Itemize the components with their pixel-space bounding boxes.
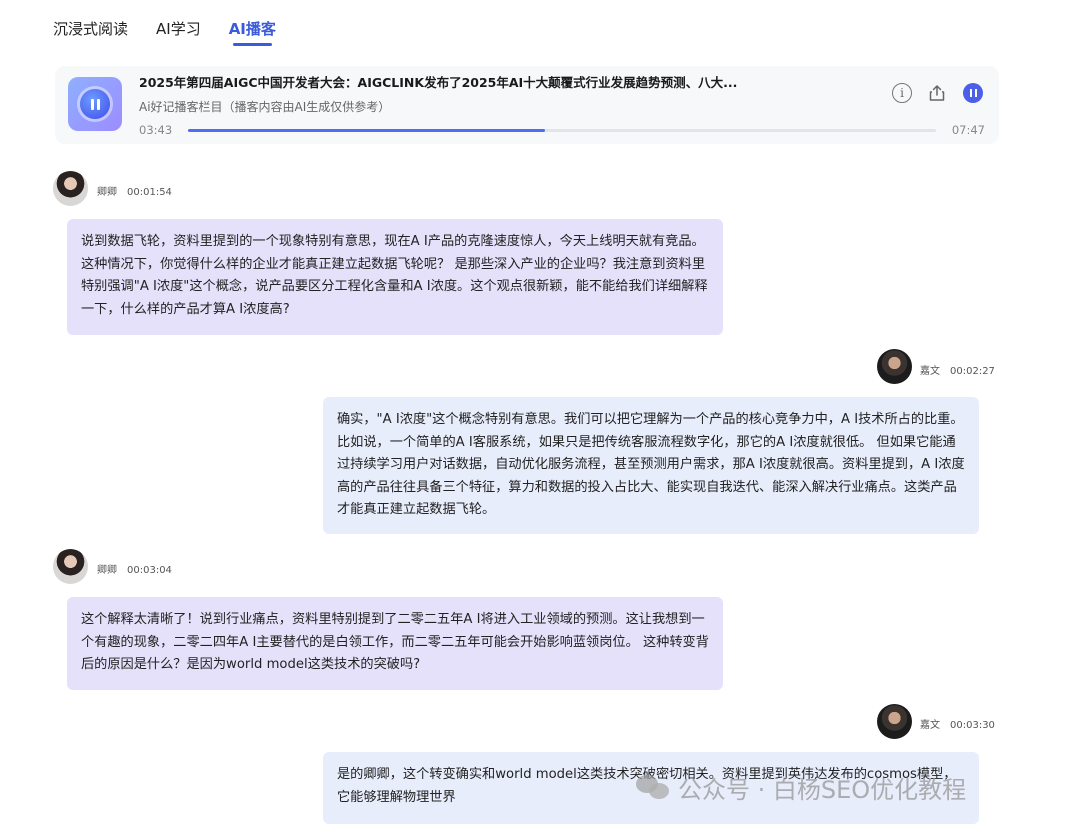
- speaker-name: 嘉文: [920, 720, 940, 731]
- message-meta: 嘉文 00:03:30: [920, 716, 995, 731]
- message-meta: 卿卿 00:03:04: [97, 561, 172, 576]
- progress-bar[interactable]: [188, 129, 936, 132]
- pause-icon: [963, 83, 983, 103]
- message-bubble: 这个解释太清晰了！说到行业痛点，资料里特别提到了二零二五年A I将进入工业领域的…: [67, 597, 723, 690]
- total-time: 07:47: [951, 123, 985, 137]
- podcast-player: 2025年第四届AIGC中国开发者大会：AIGCLINK发布了2025年AI十大…: [55, 66, 999, 144]
- info-button[interactable]: i: [891, 82, 913, 104]
- current-time: 03:43: [139, 123, 173, 137]
- progress-fill: [188, 129, 545, 132]
- tab-ai-podcast[interactable]: AI播客: [229, 18, 276, 46]
- avatar-jiawen: [877, 349, 912, 384]
- tab-immersive-reading[interactable]: 沉浸式阅读: [53, 18, 128, 40]
- message-time: 00:03:04: [127, 565, 172, 576]
- share-icon: [929, 85, 945, 101]
- message-bubble: 确实，"A I浓度"这个概念特别有意思。我们可以把它理解为一个产品的核心竞争力中…: [323, 397, 979, 534]
- message-time: 00:01:54: [127, 187, 172, 198]
- avatar-qingqing: [53, 549, 88, 584]
- share-button[interactable]: [926, 82, 948, 104]
- pause-button[interactable]: [962, 82, 984, 104]
- mode-tabs: 沉浸式阅读 AI学习 AI播客: [53, 18, 304, 46]
- cover-pause-icon[interactable]: [80, 89, 110, 119]
- info-icon: i: [892, 83, 912, 103]
- speaker-name: 卿卿: [97, 565, 117, 576]
- avatar-jiawen: [877, 704, 912, 739]
- speaker-name: 嘉文: [920, 366, 940, 377]
- watermark: 公众号 · 白杨SEO优化教程: [636, 770, 966, 805]
- podcast-subtitle: Ai好记播客栏目（播客内容由AI生成仅供参考）: [139, 100, 391, 114]
- avatar-qingqing: [53, 171, 88, 206]
- podcast-title: 2025年第四届AIGC中国开发者大会：AIGCLINK发布了2025年AI十大…: [139, 75, 738, 90]
- message-bubble: 说到数据飞轮，资料里提到的一个现象特别有意思，现在A I产品的克隆速度惊人，今天…: [67, 219, 723, 335]
- message-meta: 嘉文 00:02:27: [920, 362, 995, 377]
- message-meta: 卿卿 00:01:54: [97, 183, 172, 198]
- podcast-cover[interactable]: [68, 77, 122, 131]
- message-time: 00:03:30: [950, 720, 995, 731]
- watermark-text: 公众号 · 白杨SEO优化教程: [678, 776, 967, 804]
- wechat-icon: [636, 774, 670, 801]
- message-time: 00:02:27: [950, 366, 995, 377]
- speaker-name: 卿卿: [97, 187, 117, 198]
- tab-ai-learning[interactable]: AI学习: [156, 18, 201, 40]
